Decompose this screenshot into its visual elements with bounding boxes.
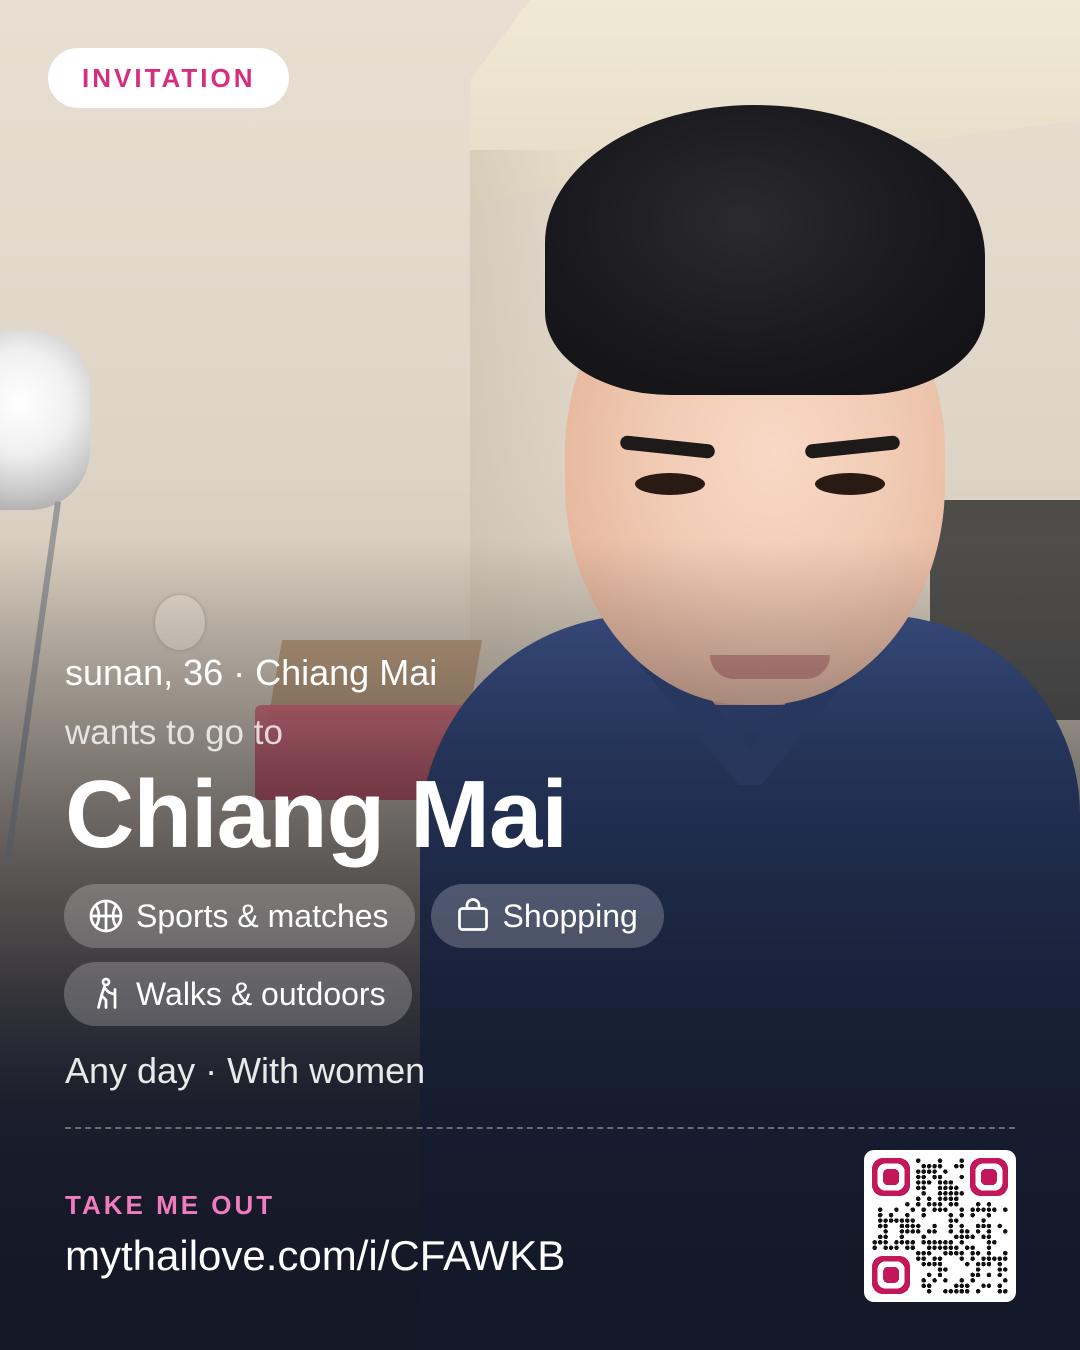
tag-walks: Walks & outdoors: [64, 962, 412, 1026]
destination-title: Chiang Mai: [65, 761, 568, 868]
invitation-badge: INVITATION: [48, 48, 290, 108]
invite-link[interactable]: mythailove.com/i/CFAWKB: [65, 1232, 565, 1280]
invitation-card: INVITATION sunan, 36 · Chiang Mai wants …: [0, 0, 1080, 1350]
profile-summary: sunan, 36 · Chiang Mai: [65, 652, 438, 693]
tag-shopping: Shopping: [430, 884, 664, 948]
tag-label: Shopping: [502, 897, 638, 934]
schedule-text: Any day · With women: [65, 1050, 426, 1091]
tag-sports: Sports & matches: [64, 884, 415, 948]
hiking-icon: [97, 977, 117, 1009]
tag-label: Sports & matches: [136, 897, 389, 934]
cta-label: TAKE ME OUT: [65, 1190, 276, 1220]
tag-label: Walks & outdoors: [136, 975, 386, 1012]
interest-tags: Sports & matches Shopping Walks & outdoo…: [64, 884, 764, 1026]
dashed-divider: [65, 1127, 1015, 1129]
intent-prefix: wants to go to: [65, 713, 283, 752]
qr-code-icon: [872, 1158, 1008, 1294]
shopping-bag-icon: [457, 898, 488, 931]
qr-code[interactable]: [864, 1150, 1016, 1302]
basketball-icon: [89, 899, 123, 933]
